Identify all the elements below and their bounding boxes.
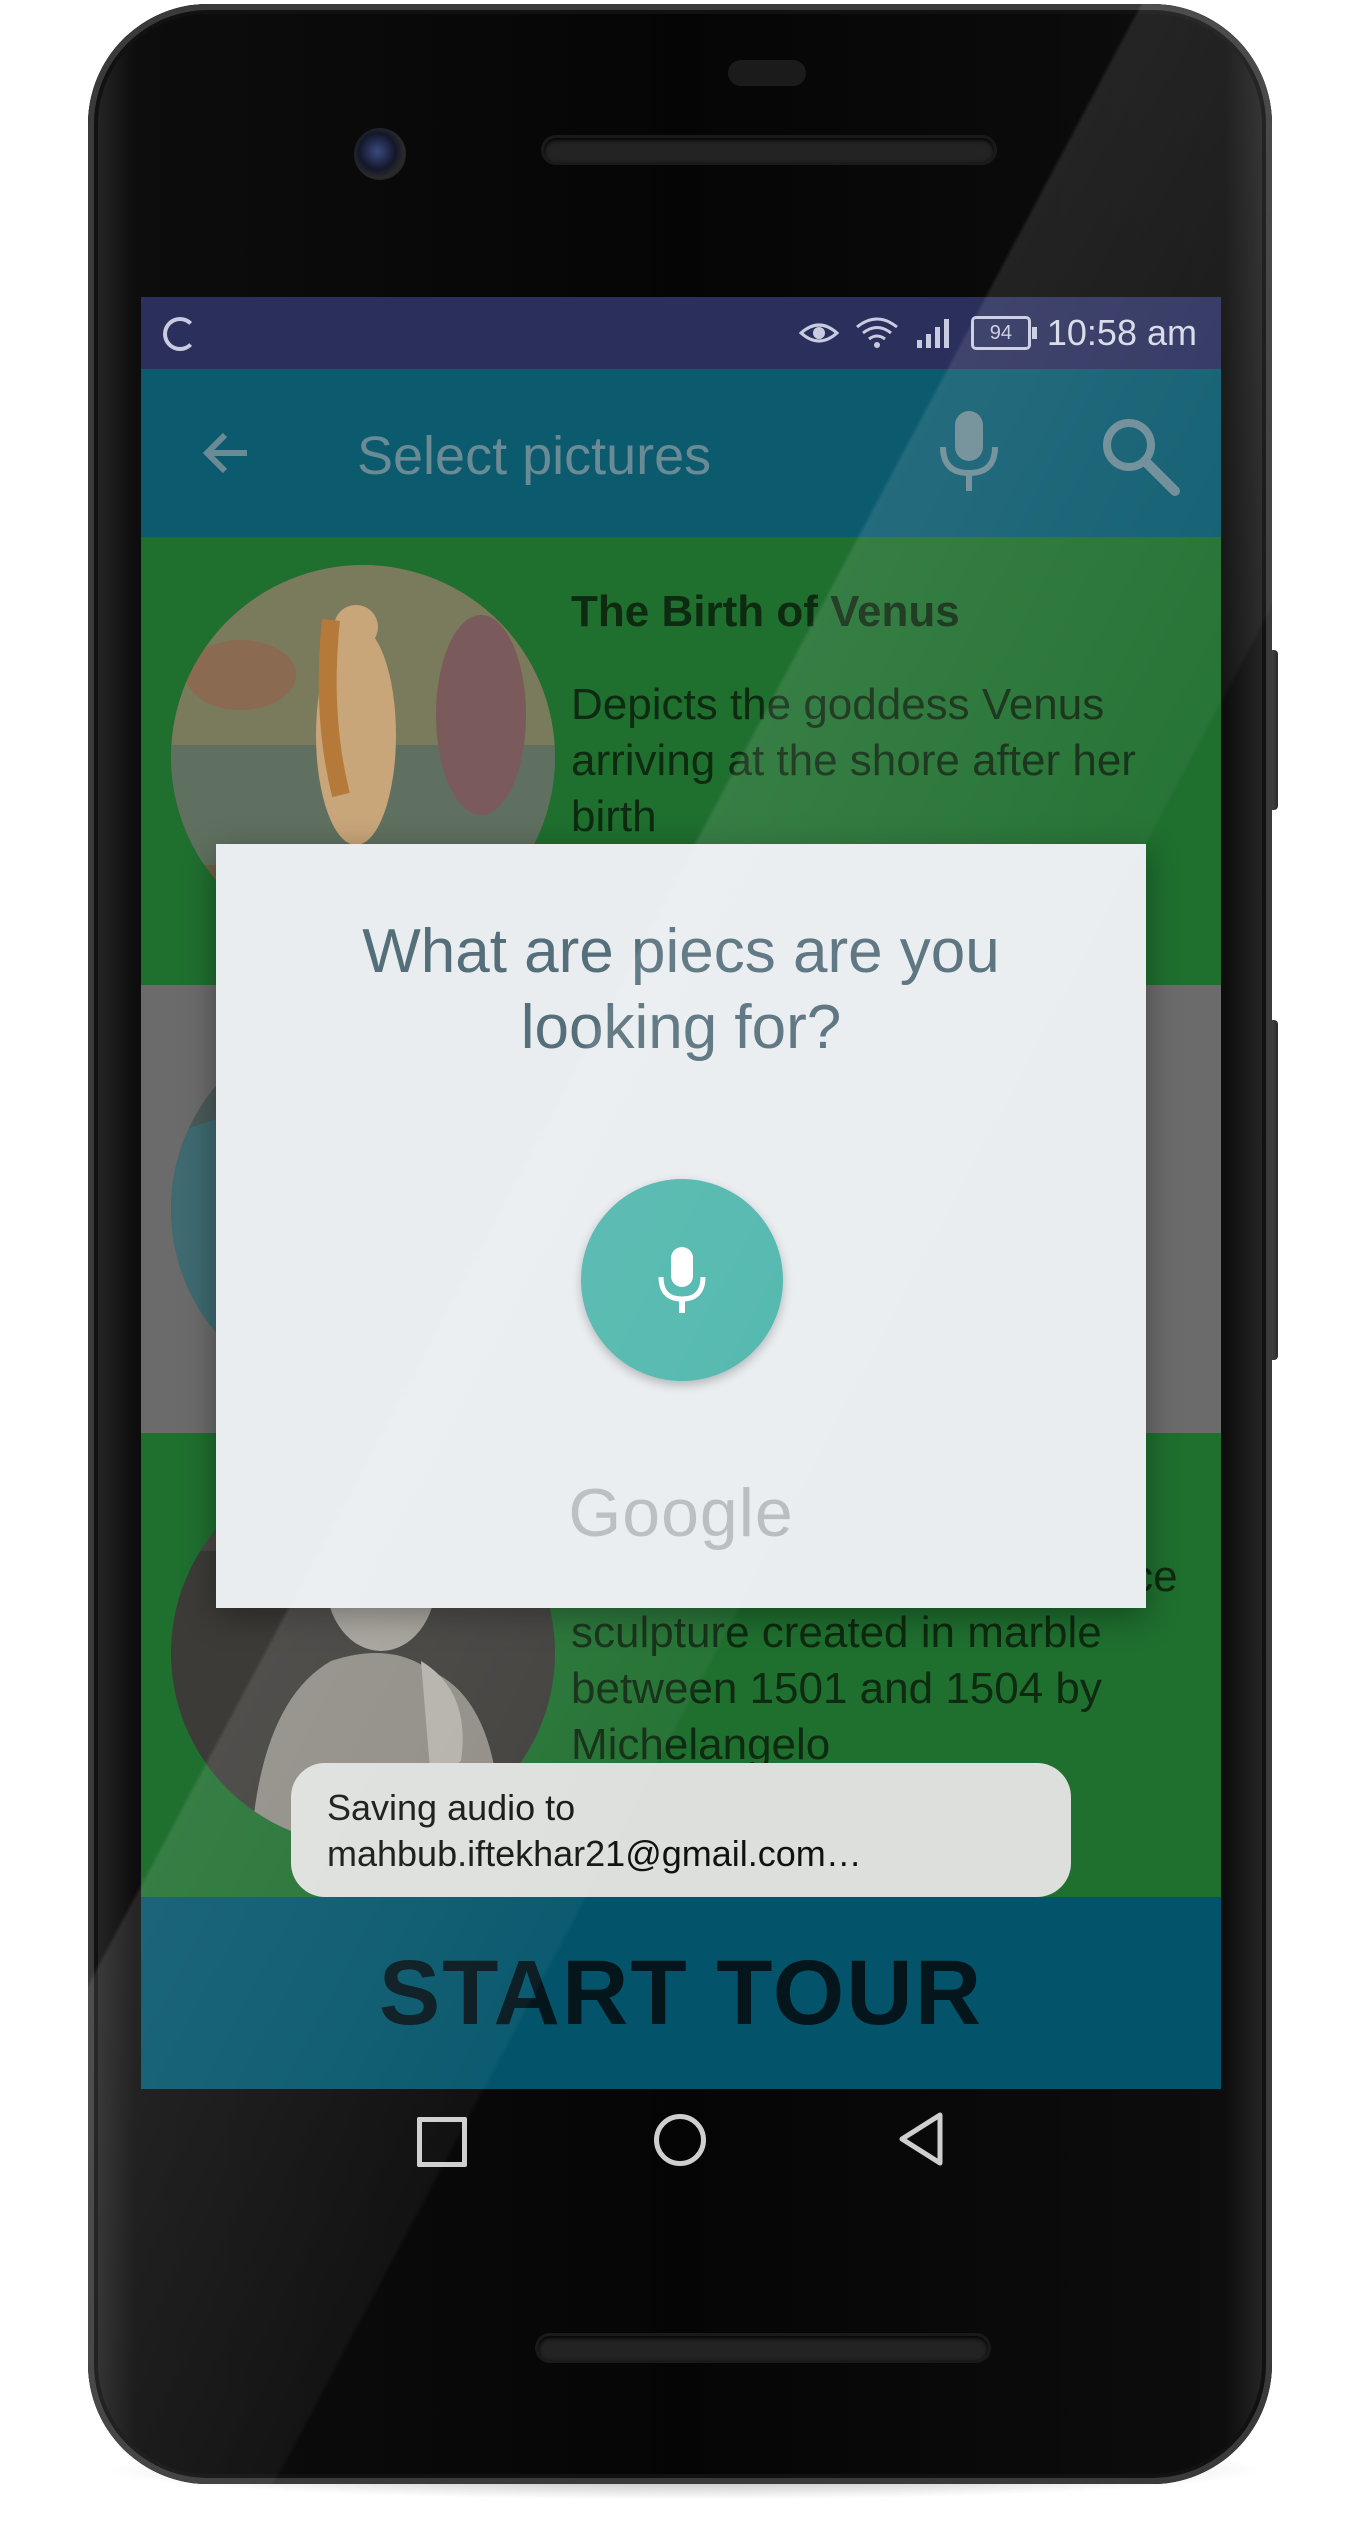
device-frame-stage: 94 10:58 am Select pictures The Birth of… xyxy=(0,0,1370,2534)
toast-line-1: Saving audio to xyxy=(327,1787,576,1828)
search-icon[interactable] xyxy=(1097,413,1181,497)
circle-home-icon[interactable] xyxy=(654,2114,706,2166)
toast-message: Saving audio to mahbub.iftekhar21@gmail.… xyxy=(291,1763,1071,1897)
painting-title: The Birth of Venus xyxy=(571,587,960,636)
cell-signal-icon xyxy=(916,319,949,348)
status-bar: 94 10:58 am xyxy=(141,297,1221,369)
app-bar: Select pictures xyxy=(141,369,1221,537)
voice-search-dialog: What are piecs are you looking for? Goog… xyxy=(216,844,1146,1608)
loading-circle-icon xyxy=(163,317,197,351)
square-recents-icon[interactable] xyxy=(417,2117,467,2167)
microphone-icon[interactable] xyxy=(937,409,1001,493)
top-sensor-slot xyxy=(728,60,806,86)
wifi-icon xyxy=(855,317,898,348)
voice-prompt: What are piecs are you looking for? xyxy=(362,917,1000,1062)
arrow-back-icon[interactable] xyxy=(195,421,259,485)
front-camera xyxy=(354,128,406,180)
page-title: Select pictures xyxy=(357,426,712,486)
top-speaker-grille xyxy=(544,138,994,162)
eye-comfort-icon xyxy=(798,323,839,343)
painting-description: Depicts the goddess Venus arriving at th… xyxy=(571,680,1136,841)
status-icons: 94 10:58 am xyxy=(798,297,1197,369)
phone-screen: 94 10:58 am Select pictures The Birth of… xyxy=(141,297,1221,2089)
status-time: 10:58 am xyxy=(1046,312,1197,353)
google-logo: Google xyxy=(568,1475,794,1551)
voice-mic-button[interactable] xyxy=(581,1179,783,1381)
microphone-icon xyxy=(658,1247,706,1313)
start-tour-button[interactable]: START TOUR xyxy=(141,1897,1221,2089)
battery-icon: 94 xyxy=(970,316,1037,350)
toast-line-2: mahbub.iftekhar21@gmail.com… xyxy=(327,1833,862,1874)
triangle-back-icon[interactable] xyxy=(896,2111,946,2167)
navigation-bar xyxy=(141,2089,1221,2219)
bottom-speaker-grille xyxy=(538,2336,988,2360)
phone-body: 94 10:58 am Select pictures The Birth of… xyxy=(88,4,1272,2484)
start-tour-label: START TOUR xyxy=(378,1941,984,2044)
